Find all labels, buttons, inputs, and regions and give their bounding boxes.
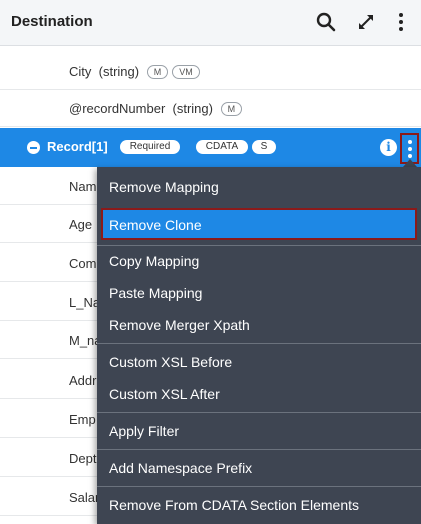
menu-item-custom-xsl-after[interactable]: Custom XSL After: [97, 379, 421, 409]
tree-row-city[interactable]: City (string) M VM: [0, 53, 421, 90]
context-menu: Remove Mapping Remove Clone Copy Mapping…: [97, 167, 421, 524]
expand-icon[interactable]: [355, 11, 377, 33]
more-vertical-icon[interactable]: [390, 11, 412, 33]
panel-title: Destination: [11, 13, 93, 30]
menu-item-remove-mapping[interactable]: Remove Mapping: [97, 172, 421, 202]
menu-divider: [97, 486, 421, 487]
menu-item-add-namespace-prefix[interactable]: Add Namespace Prefix: [97, 453, 421, 483]
menu-item-apply-filter[interactable]: Apply Filter: [97, 416, 421, 446]
badge-m: M: [220, 102, 243, 116]
menu-item-remove-merger-xpath[interactable]: Remove Merger Xpath: [97, 310, 421, 340]
info-icon[interactable]: i: [380, 139, 397, 156]
menu-item-copy-mapping[interactable]: Copy Mapping: [97, 246, 421, 276]
tree-row-recordnumber[interactable]: @recordNumber (string) M: [0, 90, 421, 127]
destination-header: Destination: [0, 0, 421, 46]
menu-divider: [97, 343, 421, 344]
node-type: (string): [172, 101, 213, 116]
menu-item-custom-xsl-before[interactable]: Custom XSL Before: [97, 347, 421, 377]
menu-item-paste-mapping[interactable]: Paste Mapping: [97, 278, 421, 308]
node-type: (string): [98, 64, 140, 79]
badge-s: S: [252, 140, 276, 154]
menu-caret: [403, 159, 417, 167]
menu-item-remove-from-cdata[interactable]: Remove From CDATA Section Elements: [97, 490, 421, 520]
badge-m: M: [146, 65, 169, 79]
badge-required: Required: [120, 140, 180, 154]
node-name: @recordNumber: [69, 101, 166, 116]
menu-divider: [97, 412, 421, 413]
collapse-icon[interactable]: [27, 141, 40, 154]
menu-divider: [97, 449, 421, 450]
badge-vm: VM: [172, 65, 200, 79]
node-name: City: [69, 64, 92, 79]
search-icon[interactable]: [315, 11, 337, 33]
node-name: Record[1]: [47, 139, 108, 154]
badge-cdata: CDATA: [196, 140, 248, 154]
tree-row-record-selected[interactable]: Record[1] Required CDATA S i: [0, 128, 421, 167]
menu-item-remove-clone[interactable]: Remove Clone: [101, 208, 417, 240]
